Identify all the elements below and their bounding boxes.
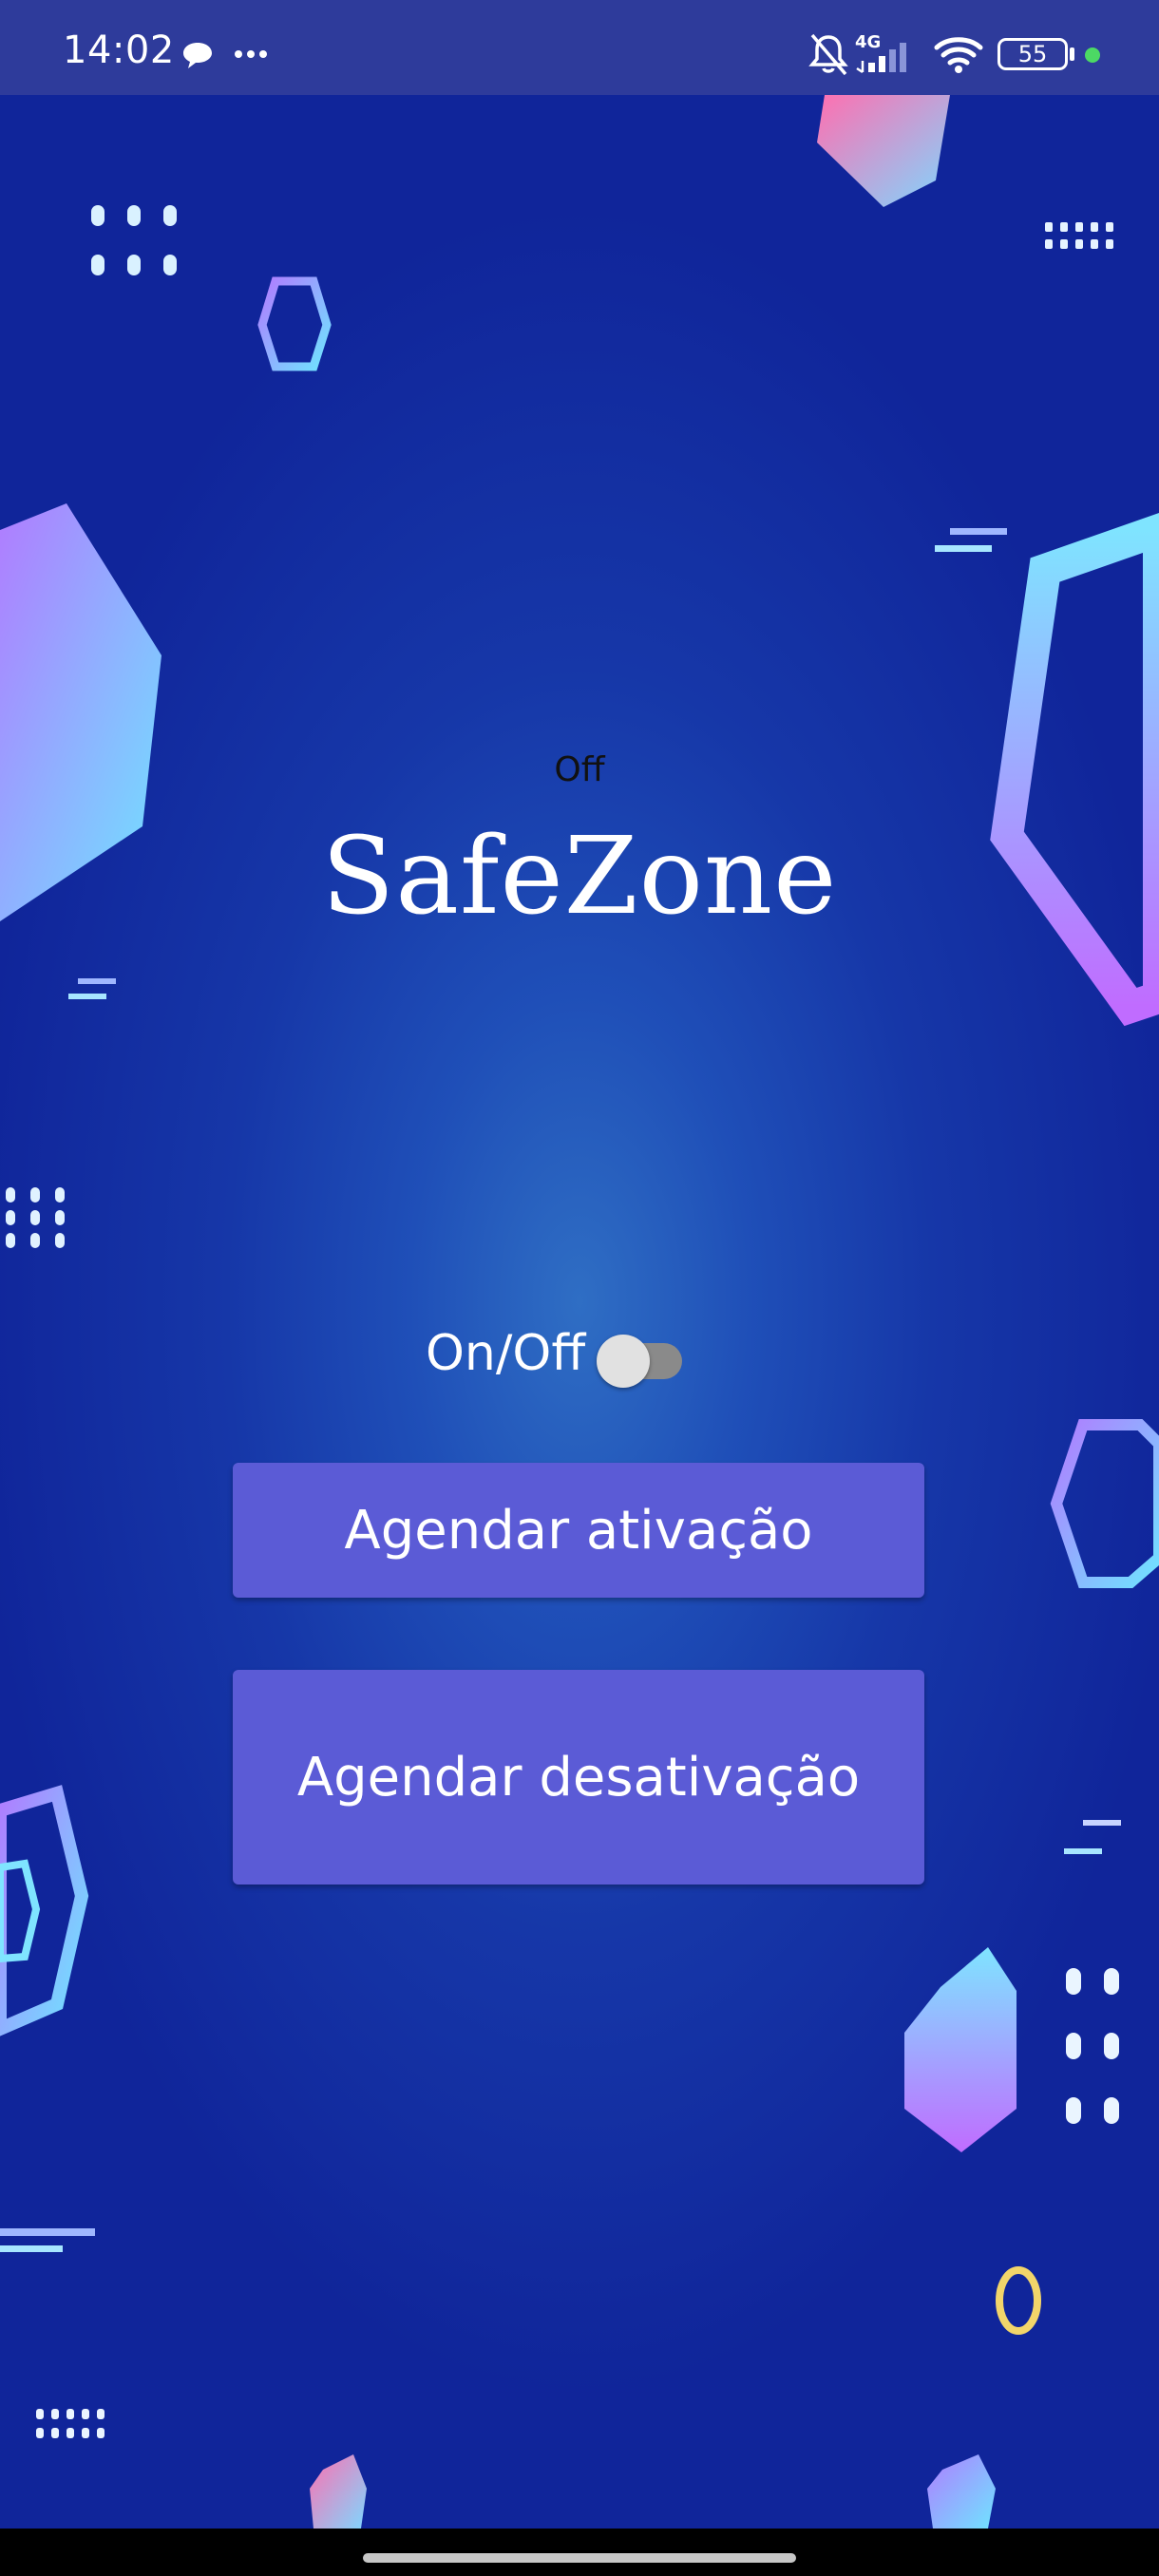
background-decoration <box>0 95 1159 2529</box>
hexagon-outline-shape <box>1050 1419 1159 1588</box>
hexagon-shape <box>310 2454 367 2529</box>
status-bar: 14:02 4G 55 <box>0 0 1159 95</box>
schedule-deactivation-button[interactable]: Agendar desativação <box>233 1670 924 1885</box>
schedule-activation-button[interactable]: Agendar ativação <box>233 1463 924 1598</box>
app-title: SafeZone <box>321 815 838 938</box>
dot-grid-shape <box>6 1187 65 1248</box>
chat-bubble-icon <box>183 43 212 68</box>
on-off-toggle-row: On/Off <box>426 1320 686 1388</box>
dash-lines-shape <box>935 528 1007 552</box>
hexagon-shape <box>927 2454 996 2529</box>
connection-status-text: Off <box>554 750 605 789</box>
dash-lines-shape <box>0 2228 95 2252</box>
dot-grid-shape <box>36 2409 104 2438</box>
switch-thumb <box>597 1335 651 1388</box>
on-off-switch[interactable] <box>595 1325 686 1388</box>
battery-icon: 55 <box>998 38 1068 70</box>
signal-4g-icon <box>856 43 906 74</box>
dot-grid-shape <box>91 205 177 275</box>
dot-grid-shape <box>1066 1968 1119 2124</box>
hexagon-shape <box>817 95 950 207</box>
wifi-icon <box>934 37 983 73</box>
dot-grid-shape <box>1045 222 1113 249</box>
bell-muted-icon <box>808 33 848 76</box>
active-dot-icon <box>1085 47 1100 63</box>
home-gesture-handle[interactable] <box>363 2553 796 2563</box>
ring-shape <box>996 2266 1041 2335</box>
dash-lines-shape <box>68 978 116 999</box>
battery-level: 55 <box>1017 41 1048 67</box>
status-time: 14:02 <box>63 28 175 72</box>
battery-tip <box>1070 47 1074 61</box>
more-dots-icon <box>235 50 267 58</box>
hexagon-shape <box>904 1947 1016 2152</box>
dash-lines-shape <box>1064 1820 1121 1854</box>
app-screen: 14:02 4G 55 Off SafeZone On/Off Agendar … <box>0 0 1159 2576</box>
hexagon-outline-shape <box>0 1785 89 2036</box>
navigation-bar <box>0 2529 1159 2576</box>
on-off-label: On/Off <box>426 1325 586 1382</box>
hexagon-outline-shape <box>257 276 332 371</box>
